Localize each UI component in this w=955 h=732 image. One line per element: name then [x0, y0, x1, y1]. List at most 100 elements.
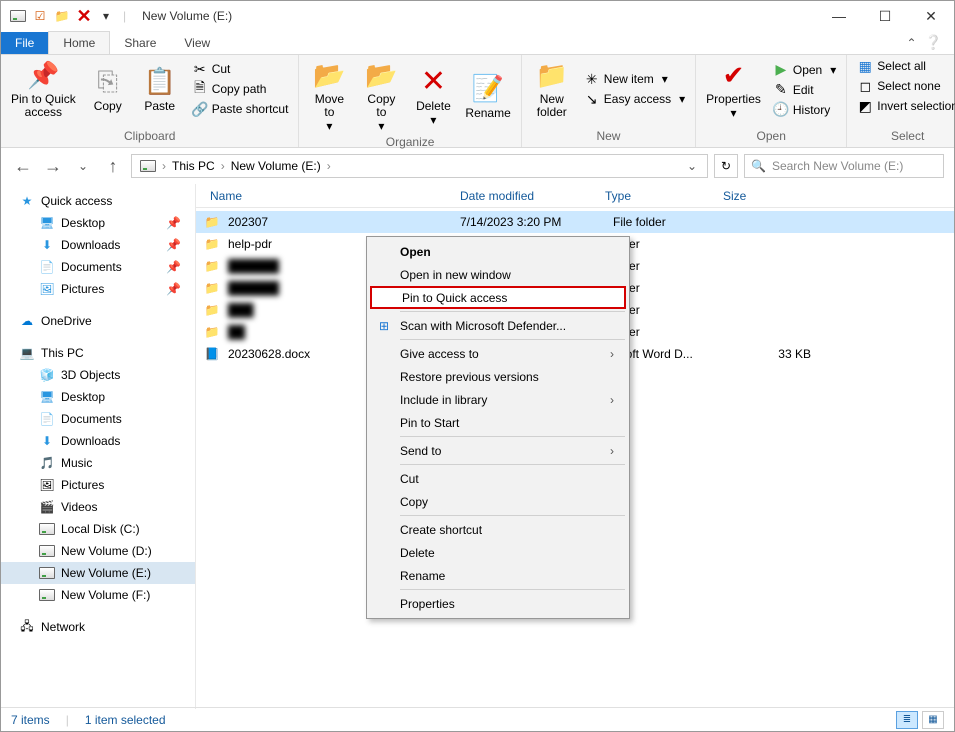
nav-pictures[interactable]: 🖼Pictures📌: [1, 278, 195, 300]
paste-shortcut-button[interactable]: 🔗Paste shortcut: [188, 100, 293, 118]
recent-dropdown[interactable]: ⌄: [71, 154, 95, 178]
ctx-delete[interactable]: Delete: [370, 541, 626, 564]
col-type[interactable]: Type: [599, 189, 717, 203]
select-all-button[interactable]: ▦Select all: [853, 57, 955, 75]
group-new: 📁New folder ✳New item▾ ↘Easy access▾ New: [522, 55, 696, 147]
nav-downloads-2[interactable]: ⬇Downloads: [1, 430, 195, 452]
ctx-open-new-window[interactable]: Open in new window: [370, 263, 626, 286]
col-size[interactable]: Size: [717, 189, 797, 203]
ribbon-tabs: File Home Share View ⌃ ❔: [1, 31, 954, 55]
view-large-icons-button[interactable]: ▦: [922, 711, 944, 729]
folder-icon: 📁: [204, 258, 220, 274]
properties-button[interactable]: ✔Properties▾: [702, 57, 765, 122]
ctx-include-library[interactable]: Include in library›: [370, 388, 626, 411]
submenu-arrow-icon: ›: [610, 347, 614, 361]
up-button[interactable]: ↑: [101, 154, 125, 178]
copy-button[interactable]: ⎘ Copy: [84, 57, 132, 121]
tab-view[interactable]: View: [170, 32, 224, 54]
close-button[interactable]: ✕: [908, 1, 954, 31]
ctx-give-access[interactable]: Give access to›: [370, 342, 626, 365]
col-name[interactable]: Name: [204, 189, 454, 203]
nav-documents-2[interactable]: 📄Documents: [1, 408, 195, 430]
copy-icon: ⎘: [92, 66, 124, 98]
ctx-scan-defender[interactable]: ⊞Scan with Microsoft Defender...: [370, 314, 626, 337]
cut-button[interactable]: ✂Cut: [188, 60, 293, 78]
ctx-create-shortcut[interactable]: Create shortcut: [370, 518, 626, 541]
nav-network[interactable]: 🖧Network: [1, 616, 195, 638]
ctx-pin-start[interactable]: Pin to Start: [370, 411, 626, 434]
column-headers[interactable]: Name Date modified Type Size: [196, 184, 954, 208]
view-details-button[interactable]: ≣: [896, 711, 918, 729]
copy-path-button[interactable]: 🗎Copy path: [188, 80, 293, 98]
crumb-this-pc[interactable]: This PC: [168, 159, 219, 173]
ctx-pin-quick-access[interactable]: Pin to Quick access: [370, 286, 626, 309]
help-icon[interactable]: ❔: [925, 34, 942, 51]
close-qat-icon[interactable]: ✕: [75, 7, 93, 25]
nav-3d-objects[interactable]: 🧊3D Objects: [1, 364, 195, 386]
context-menu: Open Open in new window Pin to Quick acc…: [366, 236, 630, 619]
move-to-button[interactable]: 📂Move to▾: [305, 57, 353, 135]
nav-videos[interactable]: 🎬Videos: [1, 496, 195, 518]
status-bar: 7 items | 1 item selected ≣ ▦: [1, 707, 954, 731]
folder-icon: 📁: [204, 302, 220, 318]
ctx-cut[interactable]: Cut: [370, 467, 626, 490]
tab-share[interactable]: Share: [110, 32, 170, 54]
nav-music[interactable]: 🎵Music: [1, 452, 195, 474]
delete-button[interactable]: ✕Delete▾: [409, 57, 457, 135]
pin-to-quick-access-button[interactable]: 📌 Pin to Quick access: [7, 57, 80, 121]
address-bar[interactable]: › This PC › New Volume (E:) › ⌄: [131, 154, 708, 178]
ctx-send-to[interactable]: Send to›: [370, 439, 626, 462]
refresh-button[interactable]: ↻: [714, 154, 738, 178]
tab-file[interactable]: File: [1, 32, 48, 54]
forward-button[interactable]: →: [41, 154, 65, 178]
group-label: Select: [853, 129, 955, 145]
nav-onedrive[interactable]: ☁OneDrive: [1, 310, 195, 332]
nav-pictures-2[interactable]: 🖼Pictures: [1, 474, 195, 496]
history-button[interactable]: 🕘History: [769, 101, 840, 119]
nav-documents[interactable]: 📄Documents📌: [1, 256, 195, 278]
file-date: 7/14/2023 3:20 PM: [460, 215, 605, 229]
nav-desktop-2[interactable]: 🖥Desktop: [1, 386, 195, 408]
nav-disk-e[interactable]: New Volume (E:): [1, 562, 195, 584]
ribbon-collapse-icon[interactable]: ⌃: [907, 36, 917, 50]
qat-dropdown-icon[interactable]: ▾: [97, 7, 115, 25]
open-button[interactable]: ▶Open▾: [769, 61, 840, 79]
maximize-button[interactable]: ☐: [862, 1, 908, 31]
addr-dropdown-icon[interactable]: ⌄: [687, 159, 697, 173]
edit-button[interactable]: ✎Edit: [769, 81, 840, 99]
open-icon: ▶: [773, 62, 789, 78]
nav-downloads[interactable]: ⬇Downloads📌: [1, 234, 195, 256]
ctx-restore-versions[interactable]: Restore previous versions: [370, 365, 626, 388]
rename-button[interactable]: 📝Rename: [461, 57, 514, 135]
ctx-rename[interactable]: Rename: [370, 564, 626, 587]
paste-button[interactable]: 📋 Paste: [136, 57, 184, 121]
nav-disk-d[interactable]: New Volume (D:): [1, 540, 195, 562]
crumb-current[interactable]: New Volume (E:): [227, 159, 325, 173]
nav-quick-access[interactable]: ★Quick access: [1, 190, 195, 212]
easy-access-button[interactable]: ↘Easy access▾: [580, 90, 689, 108]
new-item-button[interactable]: ✳New item▾: [580, 70, 689, 88]
folder-move-icon: 📂: [313, 59, 345, 91]
nav-disk-c[interactable]: Local Disk (C:): [1, 518, 195, 540]
ctx-copy[interactable]: Copy: [370, 490, 626, 513]
cube-icon: 🧊: [39, 367, 55, 383]
file-row[interactable]: 📁2023077/14/2023 3:20 PMFile folder: [196, 211, 954, 233]
new-folder-button[interactable]: 📁New folder: [528, 57, 576, 121]
nav-desktop[interactable]: 🖥Desktop📌: [1, 212, 195, 234]
ctx-open[interactable]: Open: [370, 240, 626, 263]
col-date[interactable]: Date modified: [454, 189, 599, 203]
select-none-button[interactable]: ◻Select none: [853, 77, 955, 95]
separator: |: [123, 9, 126, 23]
copy-to-button[interactable]: 📂Copy to▾: [357, 57, 405, 135]
invert-selection-button[interactable]: ◩Invert selection: [853, 97, 955, 115]
folder-icon[interactable]: 📁: [53, 7, 71, 25]
nav-this-pc[interactable]: 💻This PC: [1, 342, 195, 364]
checkbox-icon[interactable]: ☑: [31, 7, 49, 25]
ctx-properties[interactable]: Properties: [370, 592, 626, 615]
back-button[interactable]: ←: [11, 154, 35, 178]
search-input[interactable]: 🔍 Search New Volume (E:): [744, 154, 944, 178]
minimize-button[interactable]: —: [816, 1, 862, 31]
desktop-icon: 🖥: [39, 389, 55, 405]
nav-disk-f[interactable]: New Volume (F:): [1, 584, 195, 606]
tab-home[interactable]: Home: [48, 31, 110, 54]
